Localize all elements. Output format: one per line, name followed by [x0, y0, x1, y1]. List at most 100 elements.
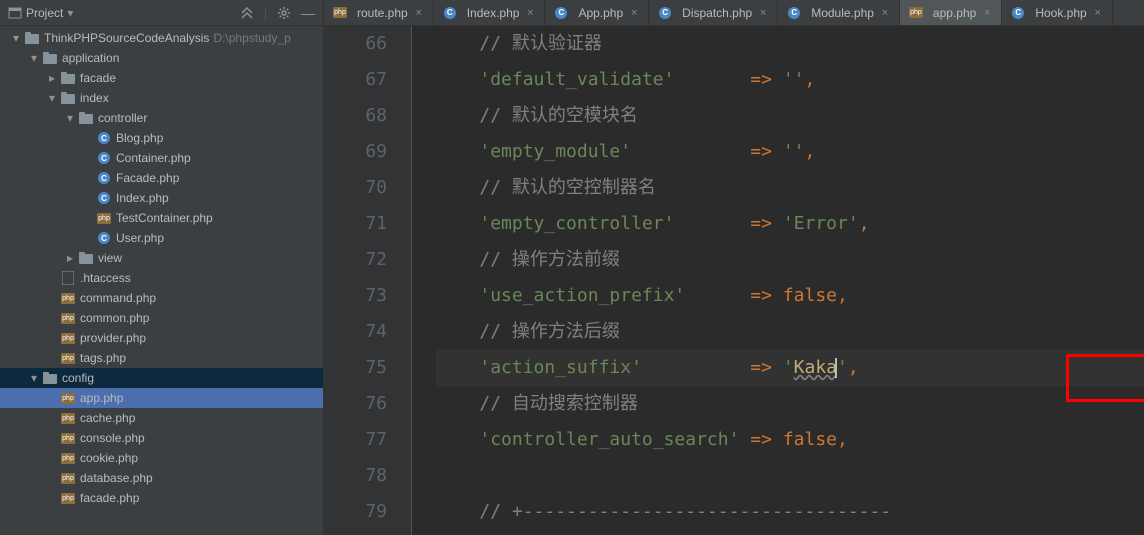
collapse-icon[interactable]: [240, 6, 254, 20]
tree-item[interactable]: phpcommand.php: [0, 288, 323, 308]
tree-item-label: .htaccess: [80, 271, 131, 285]
code-line[interactable]: // 操作方法后缀: [436, 314, 1144, 350]
line-number: 73: [324, 278, 387, 314]
code-line[interactable]: 'use_action_prefix' => false,: [436, 278, 1144, 314]
line-number: 75: [324, 350, 387, 386]
php-icon: php: [96, 213, 112, 224]
project-tree[interactable]: ▾ThinkPHPSourceCodeAnalysisD:\phpstudy_p…: [0, 26, 323, 535]
code-line[interactable]: 'empty_controller' => 'Error',: [436, 206, 1144, 242]
tree-item[interactable]: phpdatabase.php: [0, 468, 323, 488]
line-number: 77: [324, 422, 387, 458]
tree-item[interactable]: CBlog.php: [0, 128, 323, 148]
tree-item[interactable]: ▸ view: [0, 248, 323, 268]
expand-arrow-icon[interactable]: ▾: [44, 91, 60, 105]
code-line[interactable]: 'controller_auto_search' => false,: [436, 422, 1144, 458]
editor-tab[interactable]: php app.php ×: [900, 0, 1002, 25]
editor-tab[interactable]: CIndex.php×: [434, 0, 546, 25]
tab-bar: phproute.php×CIndex.php×CApp.php×CDispat…: [324, 0, 1144, 26]
folder-icon: [78, 252, 94, 264]
tree-item-label: common.php: [80, 311, 149, 325]
tree-item[interactable]: ▸facade: [0, 68, 323, 88]
project-icon: [8, 6, 22, 20]
code-line[interactable]: // 默认的空模块名: [436, 98, 1144, 134]
line-number: 69: [324, 134, 387, 170]
folder-icon: [42, 52, 58, 64]
tree-item-label: index: [80, 91, 109, 105]
tab-label: App.php: [578, 6, 623, 20]
tree-item[interactable]: phpapp.php: [0, 388, 323, 408]
expand-arrow-icon[interactable]: ▸: [62, 251, 78, 265]
tree-item[interactable]: php console.php: [0, 428, 323, 448]
editor-tab[interactable]: phproute.php×: [324, 0, 434, 25]
expand-arrow-icon[interactable]: ▾: [8, 31, 24, 45]
expand-arrow-icon[interactable]: ▾: [26, 371, 42, 385]
tree-item[interactable]: phpfacade.php: [0, 488, 323, 508]
tree-item[interactable]: phpprovider.php: [0, 328, 323, 348]
line-number: 66: [324, 26, 387, 62]
chevron-down-icon[interactable]: ▾: [67, 6, 73, 20]
tree-item[interactable]: ▾ index: [0, 88, 323, 108]
tab-label: Hook.php: [1035, 6, 1086, 20]
folder-icon: [60, 72, 76, 84]
php-icon: php: [60, 473, 76, 484]
editor-tab[interactable]: CApp.php×: [545, 0, 649, 25]
code-line[interactable]: // +----------------------------------: [436, 494, 1144, 530]
line-number: 67: [324, 62, 387, 98]
close-icon[interactable]: ×: [757, 7, 769, 19]
gear-icon[interactable]: [277, 6, 291, 20]
tree-item[interactable]: CIndex.php: [0, 188, 323, 208]
code-content[interactable]: // 默认验证器 'default_validate' => '', // 默认…: [412, 26, 1144, 535]
editor-tab[interactable]: CHook.php×: [1002, 0, 1112, 25]
code-line[interactable]: [436, 458, 1144, 494]
tree-item[interactable]: phptags.php: [0, 348, 323, 368]
close-icon[interactable]: ×: [524, 7, 536, 19]
tree-item[interactable]: CUser.php: [0, 228, 323, 248]
tree-item[interactable]: phpcache.php: [0, 408, 323, 428]
tree-item-label: config: [62, 371, 94, 385]
close-icon[interactable]: ×: [628, 7, 640, 19]
code-line[interactable]: 'default_validate' => '',: [436, 62, 1144, 98]
folder-icon: [78, 112, 94, 124]
php-icon: php: [908, 7, 924, 18]
tab-label: Dispatch.php: [682, 6, 752, 20]
hide-icon[interactable]: —: [301, 5, 315, 21]
tree-item[interactable]: .htaccess: [0, 268, 323, 288]
tab-label: app.php: [933, 6, 976, 20]
editor-tab[interactable]: CDispatch.php×: [649, 0, 778, 25]
code-line[interactable]: // 自动搜索控制器: [436, 386, 1144, 422]
project-sidebar: Project ▾ | — ▾ThinkPHPSourceCodeAnalysi…: [0, 0, 324, 535]
tree-item[interactable]: phpcookie.php: [0, 448, 323, 468]
tree-item[interactable]: phpTestContainer.php: [0, 208, 323, 228]
tree-item[interactable]: ▾controller: [0, 108, 323, 128]
tree-item-label: view: [98, 251, 122, 265]
close-icon[interactable]: ×: [413, 7, 425, 19]
tree-item-label: app.php: [80, 391, 123, 405]
expand-arrow-icon[interactable]: ▾: [26, 51, 42, 65]
tab-label: Module.php: [811, 6, 874, 20]
editor-tab[interactable]: CModule.php×: [778, 0, 900, 25]
expand-arrow-icon[interactable]: ▸: [44, 71, 60, 85]
code-line[interactable]: // 默认的空控制器名: [436, 170, 1144, 206]
tree-item[interactable]: CFacade.php: [0, 168, 323, 188]
close-icon[interactable]: ×: [1092, 7, 1104, 19]
code-line[interactable]: // | URL设置: [436, 530, 1144, 535]
tree-item[interactable]: phpcommon.php: [0, 308, 323, 328]
tree-item[interactable]: CContainer.php: [0, 148, 323, 168]
code-line[interactable]: 'empty_module' => '',: [436, 134, 1144, 170]
tree-item-path: D:\phpstudy_p: [213, 31, 290, 45]
code-line[interactable]: // 默认验证器: [436, 26, 1144, 62]
close-icon[interactable]: ×: [981, 7, 993, 19]
close-icon[interactable]: ×: [879, 7, 891, 19]
tree-item[interactable]: ▾application: [0, 48, 323, 68]
php-icon: php: [60, 433, 76, 444]
code-editor[interactable]: 666768697071727374757677787980 // 默认验证器 …: [324, 26, 1144, 535]
code-line[interactable]: 'action_suffix' => 'Kaka',: [436, 350, 1144, 386]
expand-arrow-icon[interactable]: ▾: [62, 111, 78, 125]
tree-item[interactable]: ▾ThinkPHPSourceCodeAnalysisD:\phpstudy_p: [0, 28, 323, 48]
tree-item-label: command.php: [80, 291, 156, 305]
sidebar-title: Project: [26, 6, 63, 20]
tree-item[interactable]: ▾ config: [0, 368, 323, 388]
code-line[interactable]: // 操作方法前缀: [436, 242, 1144, 278]
tree-item-label: console.php: [80, 431, 145, 445]
class-icon: C: [96, 172, 112, 184]
